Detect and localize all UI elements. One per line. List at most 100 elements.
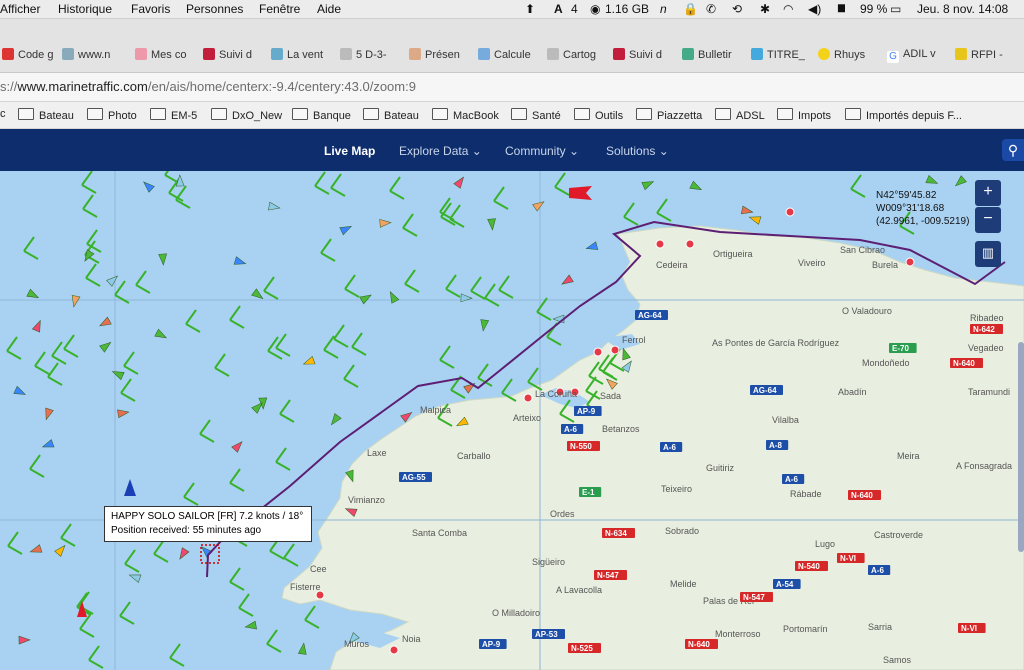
port-vessel-cluster[interactable] xyxy=(593,347,603,357)
svg-text:AP-9: AP-9 xyxy=(482,640,501,649)
tab-14[interactable]: RFPI - xyxy=(955,48,1015,64)
port-vessel-cluster[interactable] xyxy=(785,207,795,217)
adobe-icon[interactable]: A xyxy=(554,2,563,16)
bookmarks-bar: c Bateau Photo EM-5 DxO_New Banque Batea… xyxy=(0,102,1024,129)
tab-3[interactable]: Suivi d xyxy=(203,48,259,64)
bookmark-7[interactable]: MacBook xyxy=(432,108,499,122)
road-shield: AG-64 xyxy=(635,310,668,320)
site-icon xyxy=(478,48,490,60)
chevron-down-icon: ⌄ xyxy=(569,144,580,158)
road-shield: N-547 xyxy=(740,592,773,602)
map-layers-icon[interactable]: ▥ xyxy=(975,241,1001,267)
place-label: Sarria xyxy=(868,622,892,632)
tab-2[interactable]: Mes co xyxy=(135,48,191,64)
bookmark-11[interactable]: ADSL xyxy=(715,108,765,122)
port-vessel-cluster[interactable] xyxy=(905,257,915,267)
folder-icon xyxy=(432,108,448,120)
volume-icon[interactable]: ◀︎) xyxy=(808,2,821,16)
menu-personnes[interactable]: Personnes xyxy=(186,2,243,16)
port-vessel-cluster[interactable] xyxy=(523,393,533,403)
tab-8[interactable]: Cartog xyxy=(547,48,604,64)
menu-favoris[interactable]: Favoris xyxy=(131,2,170,16)
port-vessel-cluster[interactable] xyxy=(315,590,325,600)
tab-11[interactable]: TITRE_ xyxy=(751,48,808,64)
bookmark-1[interactable]: Bateau xyxy=(18,108,74,122)
time-machine-icon[interactable]: ⟲ xyxy=(732,2,742,16)
road-shield: AP-9 xyxy=(574,406,602,416)
svg-text:N-525: N-525 xyxy=(571,644,593,653)
bookmark-2[interactable]: Photo xyxy=(87,108,137,122)
tab-7[interactable]: Calcule xyxy=(478,48,535,64)
zoom-out-button[interactable]: − xyxy=(975,207,1001,233)
bookmark-12[interactable]: Impots xyxy=(777,108,831,122)
url-text[interactable]: s://www.marinetraffic.com/en/ais/home/ce… xyxy=(0,79,416,94)
place-label: Vimianzo xyxy=(348,495,385,505)
address-bar[interactable]: s://www.marinetraffic.com/en/ais/home/ce… xyxy=(0,73,1024,102)
tab-6[interactable]: Présen xyxy=(409,48,466,64)
bookmark-5[interactable]: Banque xyxy=(292,108,351,122)
bookmark-8[interactable]: Santé xyxy=(511,108,561,122)
smiley-icon xyxy=(818,48,830,60)
search-icon[interactable]: ⚲ xyxy=(1002,139,1024,161)
road-shield: N-VI xyxy=(958,623,986,633)
place-label: Ferrol xyxy=(622,335,646,345)
menu-fenetre[interactable]: Fenêtre xyxy=(259,2,300,16)
bluetooth-icon[interactable]: ✱ xyxy=(760,2,770,16)
place-label: Sigüeiro xyxy=(532,557,565,567)
tab-strip: Code g www.n Mes co Suivi d La vent 5 D-… xyxy=(0,19,1024,73)
wifi-icon[interactable]: ◠ xyxy=(783,2,793,16)
svg-text:N-640: N-640 xyxy=(851,491,873,500)
nav-solutions[interactable]: Solutions ⌄ xyxy=(606,144,669,158)
nav-explore-data[interactable]: Explore Data ⌄ xyxy=(399,144,482,158)
flag-icon[interactable]: ▆ xyxy=(838,2,845,13)
lock-icon[interactable]: 🔒 xyxy=(683,2,698,16)
memory-usage[interactable]: 1.16 GB xyxy=(605,2,649,16)
live-map[interactable]: Ferrol La Coruña Sada Arteixo Betanzos Malpic… xyxy=(0,171,1024,670)
tab-4[interactable]: La vent xyxy=(271,48,328,64)
scrollbar[interactable] xyxy=(1018,342,1024,552)
upload-icon[interactable]: ⬆ xyxy=(525,2,535,16)
tab-13[interactable]: G ADIL v xyxy=(887,48,944,64)
bookmark-0[interactable]: c xyxy=(0,108,6,120)
port-vessel-cluster[interactable] xyxy=(389,645,399,655)
bookmark-4[interactable]: DxO_New xyxy=(211,108,282,122)
site-nav: Live Map Explore Data ⌄ Community ⌄ Solu… xyxy=(0,129,1024,171)
port-vessel-cluster[interactable] xyxy=(655,239,665,249)
n-icon[interactable]: n xyxy=(660,2,667,16)
menu-historique[interactable]: Historique xyxy=(58,2,112,16)
port-vessel-cluster[interactable] xyxy=(685,239,695,249)
place-label: Lugo xyxy=(815,539,835,549)
tab-0[interactable]: Code g xyxy=(2,48,54,64)
nav-live-map[interactable]: Live Map xyxy=(324,144,375,158)
folder-icon xyxy=(777,108,793,120)
place-label: Sada xyxy=(600,391,621,401)
bookmark-9[interactable]: Outils xyxy=(574,108,623,122)
bookmark-13[interactable]: Importés depuis F... xyxy=(845,108,962,122)
clock[interactable]: Jeu. 8 nov. 14:08 xyxy=(917,2,1008,16)
svg-text:A-54: A-54 xyxy=(776,580,794,589)
place-label: Santa Comba xyxy=(412,528,467,538)
map-canvas[interactable]: Ferrol La Coruña Sada Arteixo Betanzos Malpic… xyxy=(0,171,1024,670)
port-vessel-cluster[interactable] xyxy=(610,345,620,355)
tab-9[interactable]: Suivi d xyxy=(613,48,670,64)
vessel-position-time: Position received: 55 minutes ago xyxy=(111,525,262,536)
battery-icon[interactable]: ▭ xyxy=(890,2,901,16)
bookmark-10[interactable]: Piazzetta xyxy=(636,108,702,122)
road-shield: N-550 xyxy=(567,441,600,451)
menu-afficher[interactable]: Afficher xyxy=(0,2,40,16)
road-shield: N-525 xyxy=(568,643,601,653)
menu-aide[interactable]: Aide xyxy=(317,2,341,16)
tab-1[interactable]: www.n xyxy=(62,48,117,64)
bookmark-6[interactable]: Bateau xyxy=(363,108,419,122)
zoom-in-button[interactable]: + xyxy=(975,180,1001,206)
svg-text:N-547: N-547 xyxy=(743,593,765,602)
document-icon xyxy=(340,48,352,60)
site-icon xyxy=(682,48,694,60)
bookmark-3[interactable]: EM-5 xyxy=(150,108,197,122)
tab-12[interactable]: Rhuys xyxy=(818,48,876,64)
tab-10[interactable]: Bulletir xyxy=(682,48,739,64)
tab-5[interactable]: 5 D-3- xyxy=(340,48,397,64)
nav-community[interactable]: Community ⌄ xyxy=(505,144,579,158)
folder-icon xyxy=(292,108,308,120)
phone-icon[interactable]: ✆ xyxy=(706,2,716,16)
